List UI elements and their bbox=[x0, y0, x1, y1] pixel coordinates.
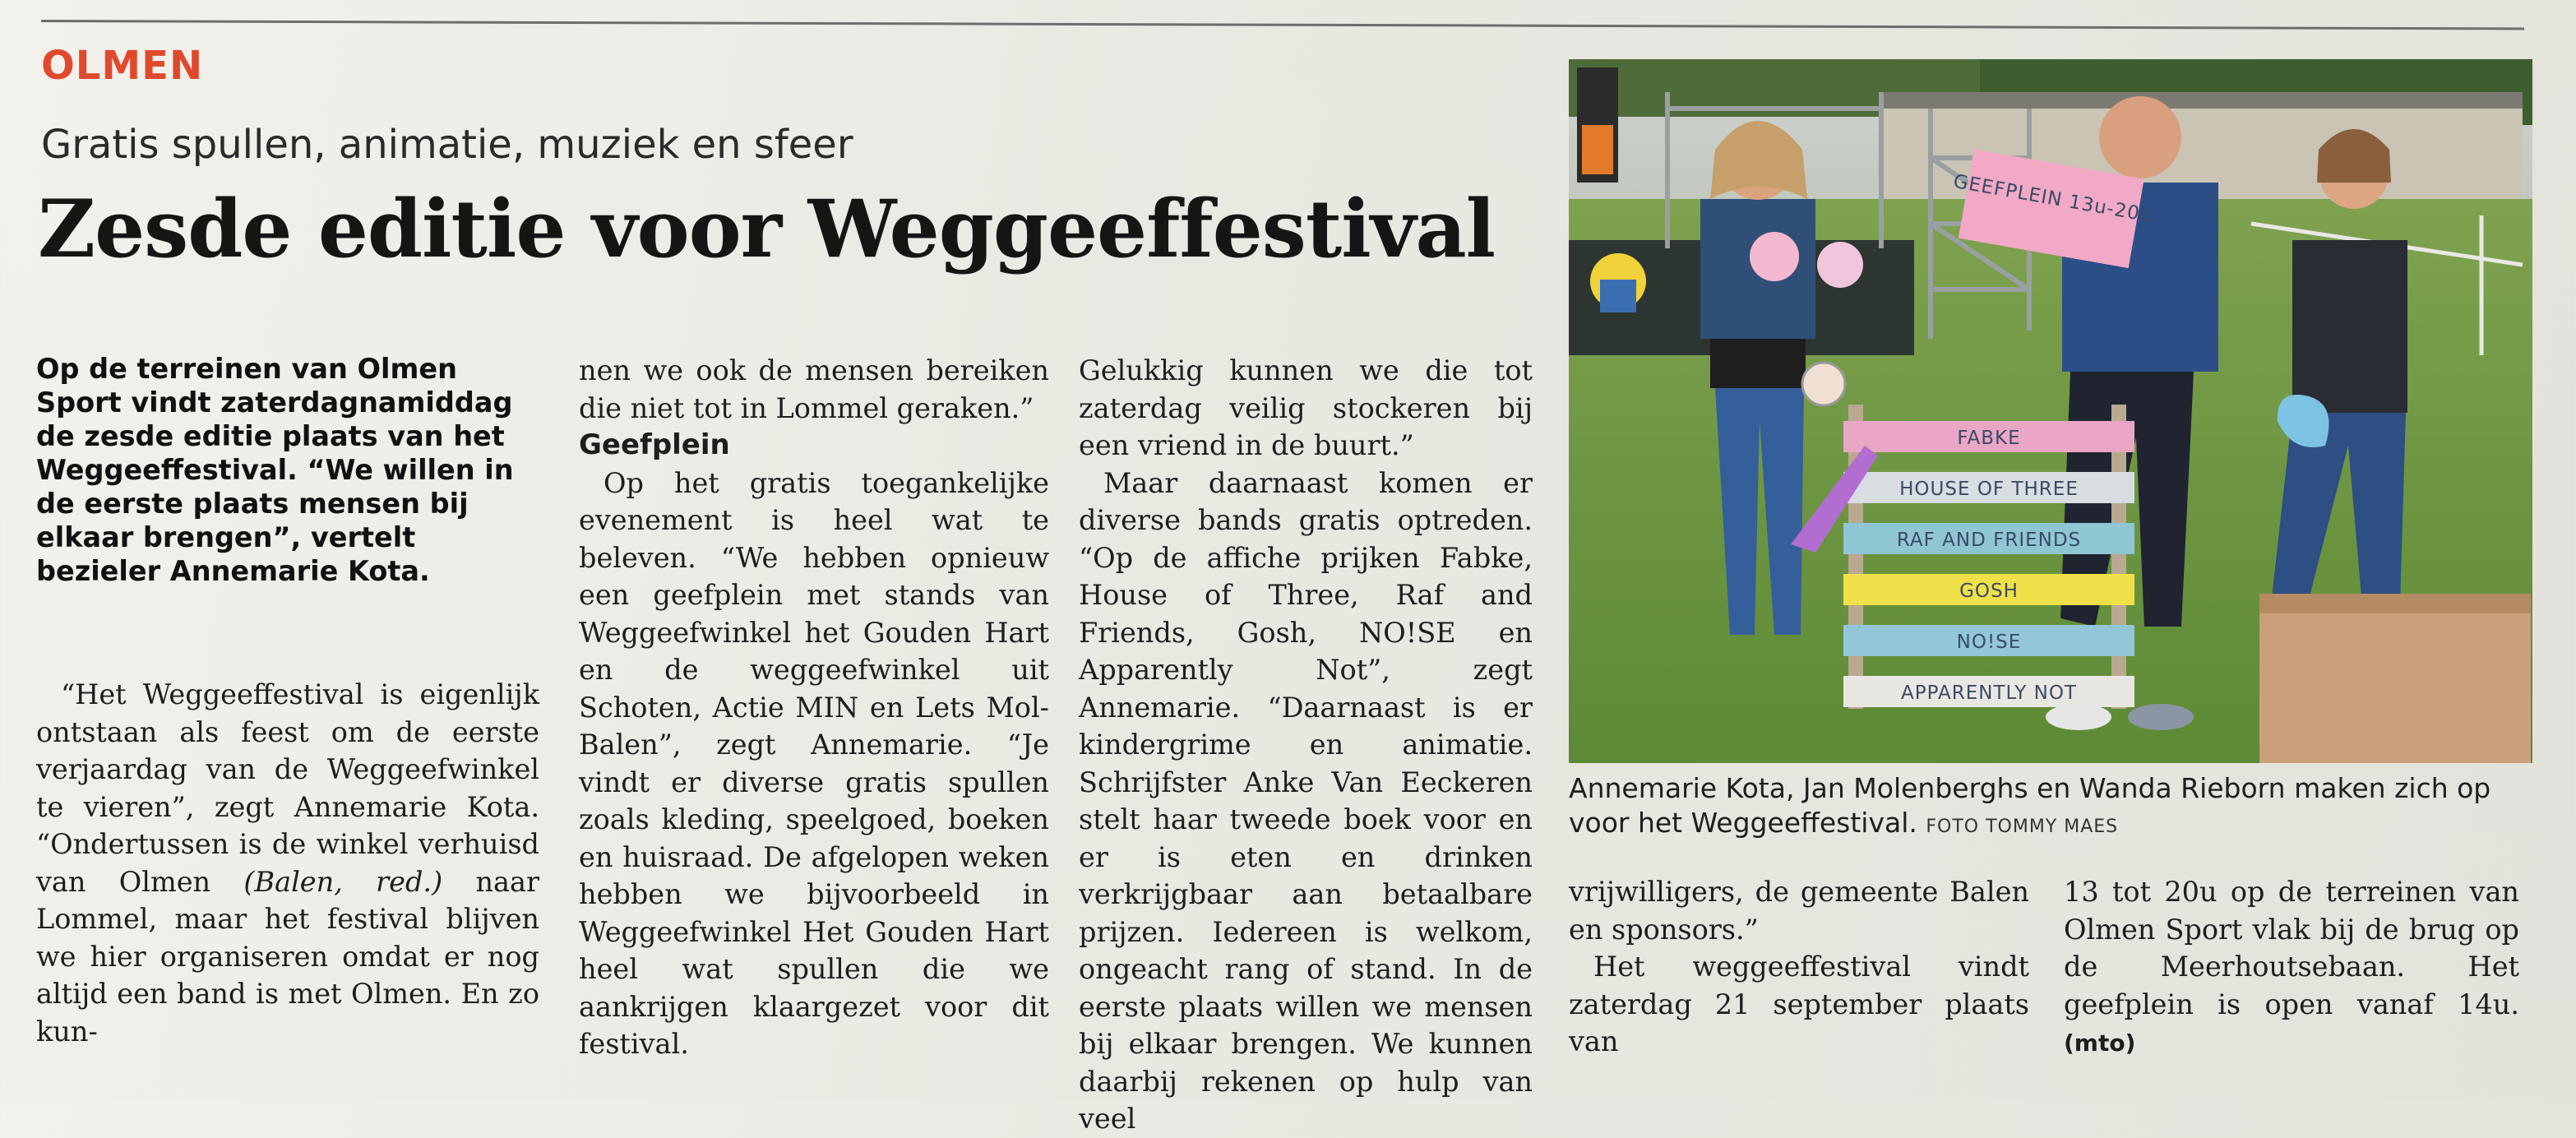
paragraph: nen we ook de mensen bereiken die niet t… bbox=[579, 354, 1049, 424]
column-3: Gelukkig kunnen we die tot zaterdag veil… bbox=[1079, 352, 1533, 1138]
author-initials: (mto) bbox=[2064, 1029, 2136, 1057]
paragraph: Het weggeeffestival vindt zaterdag 21 se… bbox=[1569, 951, 2029, 1057]
column-5: 13 tot 20u op de terreinen van Olmen Spo… bbox=[2064, 873, 2519, 1062]
paragraph: Maar daarnaast komen er diverse bands gr… bbox=[1079, 466, 1533, 1136]
sign-board-label: APPARENTLY NOT bbox=[1901, 682, 2077, 704]
sign-board-label: RAF AND FRIENDS bbox=[1897, 530, 2081, 551]
paragraph: vrijwilligers, de gemeente Balen en spon… bbox=[1569, 876, 2029, 946]
column-2: nen we ook de mensen bereiken die niet t… bbox=[579, 352, 1049, 1063]
article-headline: Zesde editie voor Weggeeffestival bbox=[38, 183, 1496, 275]
section-label: OLMEN bbox=[41, 43, 204, 89]
paragraph: Gelukkig kunnen we die tot zaterdag veil… bbox=[1079, 354, 1533, 461]
column-4: vrijwilligers, de gemeente Balen en spon… bbox=[1569, 873, 2029, 1061]
sign-board-label: FABKE bbox=[1957, 428, 2020, 449]
article-subhead: Gratis spullen, animatie, muziek en sfee… bbox=[41, 122, 853, 168]
photo-caption: Annemarie Kota, Jan Molenberghs en Wanda… bbox=[1569, 771, 2532, 844]
article-lead: Op de terreinen van Olmen Sport vindt za… bbox=[36, 353, 514, 587]
paragraph: 13 tot 20u op de terreinen van Olmen Spo… bbox=[2064, 876, 2519, 1057]
paragraph: Op het gratis toegankelijke evenement is… bbox=[579, 466, 1049, 1061]
photo-credit: FOTO TOMMY MAES bbox=[1926, 816, 2119, 837]
intertitle: Geefplein bbox=[579, 428, 730, 461]
sign-board-label: HOUSE OF THREE bbox=[1899, 479, 2079, 500]
article-photo: GEEFPLEIN 13u-20u FABKE HOUSE OF THREE RAF… bbox=[1569, 59, 2532, 763]
sign-board-label: NO!SE bbox=[1957, 631, 2022, 653]
paragraph: “Het Weggeeffestival is eigenlijk ontsta… bbox=[36, 678, 539, 1048]
top-rule bbox=[40, 20, 2524, 30]
sign-board-label: GOSH bbox=[1959, 581, 2019, 602]
column-1: “Het Weggeeffestival is eigenlijk ontsta… bbox=[36, 676, 539, 1050]
